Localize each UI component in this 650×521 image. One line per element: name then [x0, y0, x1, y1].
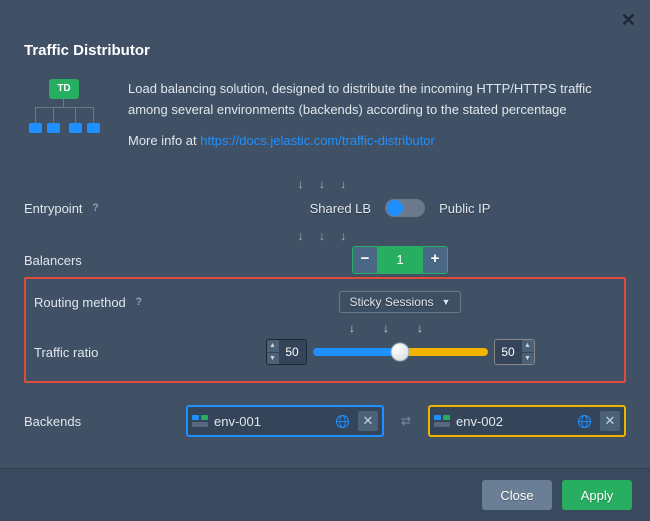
entrypoint-toggle[interactable] — [385, 199, 425, 217]
chevron-down-icon: ▼ — [442, 297, 451, 307]
routing-method-label: Routing method — [34, 295, 126, 310]
flow-arrows: ↓ ↓ ↓ — [24, 227, 626, 245]
td-child-node — [69, 123, 82, 133]
spinner-up-icon[interactable]: ▲ — [267, 340, 279, 353]
ratio-left-value: 50 — [279, 340, 306, 364]
clear-icon[interactable]: ✕ — [358, 411, 378, 431]
dialog-title: Traffic Distributor — [24, 0, 626, 79]
swap-icon[interactable]: ⇄ — [396, 415, 416, 427]
clear-icon[interactable]: ✕ — [600, 411, 620, 431]
environment-icon — [434, 415, 450, 427]
backend-right-input[interactable]: env-002 ✕ — [428, 405, 626, 437]
balancers-label: Balancers — [24, 253, 82, 268]
ratio-right-spinner[interactable]: 50 ▲ ▼ — [494, 339, 535, 365]
environment-icon — [192, 415, 208, 427]
help-icon[interactable]: ? — [132, 295, 146, 309]
backend-left-input[interactable]: env-001 ✕ — [186, 405, 384, 437]
description-text: Load balancing solution, designed to dis… — [128, 79, 626, 121]
spinner-down-icon[interactable]: ▼ — [522, 353, 534, 365]
help-icon[interactable]: ? — [89, 201, 103, 215]
globe-icon[interactable] — [332, 411, 352, 431]
balancers-stepper: − 1 + — [352, 246, 448, 274]
traffic-distributor-dialog: ✕ Traffic Distributor TD Load balancing … — [0, 0, 650, 521]
ratio-left-spinner[interactable]: ▲ ▼ 50 — [266, 339, 307, 365]
balancers-value[interactable]: 1 — [377, 247, 423, 273]
more-info-prefix: More info at — [128, 133, 200, 148]
spinner-up-icon[interactable]: ▲ — [522, 340, 534, 353]
close-button[interactable]: Close — [482, 480, 552, 510]
entrypoint-option-shared-lb: Shared LB — [310, 201, 371, 216]
balancers-increment[interactable]: + — [423, 247, 447, 273]
td-root-node: TD — [49, 79, 79, 99]
ratio-slider[interactable] — [313, 348, 488, 356]
routing-method-value: Sticky Sessions — [350, 295, 434, 309]
balancers-decrement[interactable]: − — [353, 247, 377, 273]
flow-arrows: ↓↓↓ — [34, 321, 616, 335]
apply-button[interactable]: Apply — [562, 480, 632, 510]
slider-thumb[interactable] — [391, 343, 410, 362]
globe-icon[interactable] — [574, 411, 594, 431]
backend-left-value: env-001 — [214, 414, 326, 429]
td-child-node — [87, 123, 100, 133]
ratio-right-value: 50 — [495, 340, 522, 364]
routing-method-select[interactable]: Sticky Sessions ▼ — [339, 291, 462, 313]
close-icon[interactable]: ✕ — [621, 10, 636, 31]
backends-label: Backends — [24, 414, 81, 429]
dialog-footer: Close Apply — [0, 468, 650, 521]
flow-arrows: ↓ ↓ ↓ — [24, 175, 626, 193]
highlight-box: Routing method ? Sticky Sessions ▼ ↓↓↓ T… — [24, 277, 626, 383]
td-child-node — [29, 123, 42, 133]
docs-link[interactable]: https://docs.jelastic.com/traffic-distri… — [200, 133, 435, 148]
app-icon: TD — [24, 79, 104, 151]
td-child-node — [47, 123, 60, 133]
entrypoint-option-public-ip: Public IP — [439, 201, 490, 216]
entrypoint-label: Entrypoint — [24, 201, 83, 216]
backend-right-value: env-002 — [456, 414, 568, 429]
header-row: TD Load balancing solution, designed to … — [24, 79, 626, 151]
traffic-ratio-label: Traffic ratio — [34, 345, 98, 360]
description: Load balancing solution, designed to dis… — [128, 79, 626, 151]
spinner-down-icon[interactable]: ▼ — [267, 353, 279, 365]
